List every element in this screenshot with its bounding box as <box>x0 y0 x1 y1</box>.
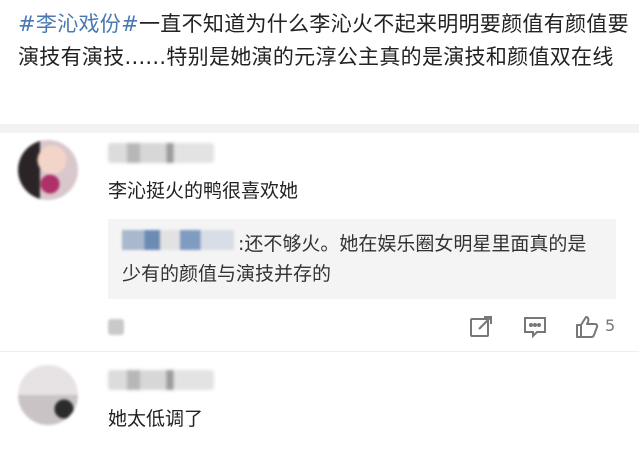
comment-text: 她太低调了 <box>108 408 204 430</box>
comment-divider <box>0 351 639 352</box>
comment-action-bar: 5 <box>0 310 639 346</box>
username-blurred[interactable] <box>108 143 214 163</box>
comment-text: 李沁挺火的鸭很喜欢她 <box>108 180 299 202</box>
reply-box[interactable]: :还不够火。她在娱乐圈女明星里面真的是少有的颜值与演技并存的 <box>108 219 616 299</box>
avatar[interactable] <box>18 365 78 425</box>
hashtag-link[interactable]: #李沁戏份# <box>18 12 139 36</box>
reply-content: 还不够火。她在娱乐圈女明星里面真的是少有的颜值与演技并存的 <box>122 233 587 285</box>
reply-text: :还不够火。她在娱乐圈女明星里面真的是少有的颜值与演技并存的 <box>122 229 602 289</box>
avatar[interactable] <box>18 140 78 200</box>
like-count: 5 <box>605 316 616 335</box>
share-icon[interactable] <box>468 314 494 340</box>
username-blurred[interactable] <box>108 370 214 390</box>
thumbs-up-icon[interactable] <box>574 314 600 340</box>
timestamp-blurred <box>108 319 124 335</box>
comment-icon[interactable] <box>522 314 548 340</box>
post-body: #李沁戏份#一直不知道为什么李沁火不起来明明要颜值有颜值要演技有演技......… <box>18 8 630 74</box>
section-divider <box>0 124 639 133</box>
